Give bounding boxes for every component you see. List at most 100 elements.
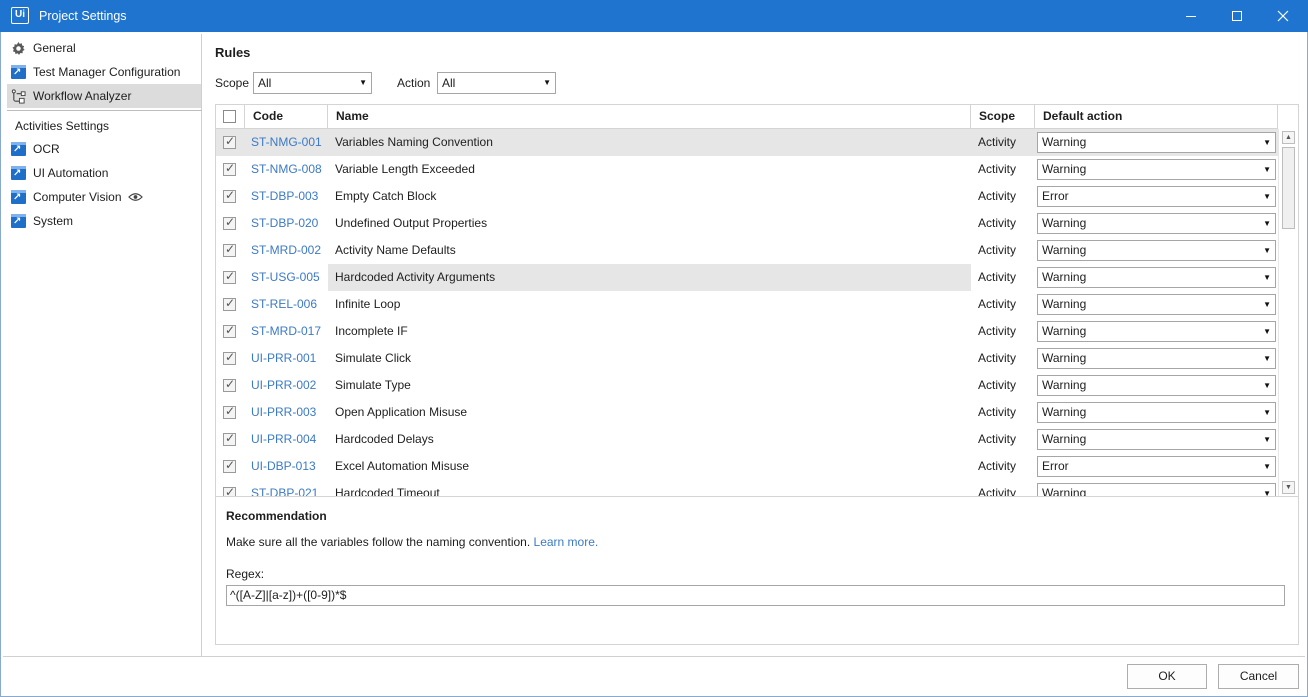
minimize-button[interactable] bbox=[1168, 0, 1214, 32]
column-header-scope[interactable]: Scope bbox=[971, 105, 1035, 129]
rule-code[interactable]: UI-PRR-001 bbox=[251, 345, 316, 372]
table-row[interactable]: ST-DBP-020 Undefined Output Properties Act… bbox=[216, 210, 1278, 237]
scroll-down-button[interactable]: ▼ bbox=[1282, 481, 1295, 494]
default-action-select[interactable]: Warning ▼ bbox=[1037, 159, 1276, 180]
rule-enabled-checkbox[interactable] bbox=[223, 377, 236, 392]
rule-enabled-checkbox[interactable] bbox=[223, 134, 236, 149]
select-all-header bbox=[216, 105, 245, 129]
sidebar-item-label: General bbox=[33, 41, 76, 55]
chevron-down-icon: ▼ bbox=[1263, 138, 1271, 147]
column-header-code[interactable]: Code bbox=[245, 105, 328, 129]
rule-code[interactable]: ST-MRD-017 bbox=[251, 318, 321, 345]
table-row[interactable]: UI-PRR-004 Hardcoded Delays Activity Warnin… bbox=[216, 426, 1278, 453]
rule-enabled-checkbox[interactable] bbox=[223, 485, 236, 496]
scope-filter-select[interactable]: All ▼ bbox=[253, 72, 372, 94]
table-row[interactable]: ST-DBP-021 Hardcoded Timeout Activity Warni… bbox=[216, 480, 1278, 496]
table-row[interactable]: UI-PRR-003 Open Application Misuse Activit… bbox=[216, 399, 1278, 426]
select-all-checkbox[interactable] bbox=[223, 110, 236, 123]
rule-scope: Activity bbox=[978, 432, 1017, 446]
default-action-select[interactable]: Error ▼ bbox=[1037, 186, 1276, 207]
rule-enabled-checkbox[interactable] bbox=[223, 350, 236, 365]
default-action-select[interactable]: Warning ▼ bbox=[1037, 483, 1276, 496]
rule-enabled-checkbox[interactable] bbox=[223, 458, 236, 473]
rules-grid-body: ST-NMG-001 Variables Naming Convention Act… bbox=[216, 129, 1278, 496]
default-action-select[interactable]: Warning ▼ bbox=[1037, 429, 1276, 450]
table-row[interactable]: UI-PRR-001 Simulate Click Activity Warning ▼ bbox=[216, 345, 1278, 372]
rule-scope: Activity bbox=[978, 405, 1017, 419]
rule-enabled-checkbox[interactable] bbox=[223, 188, 236, 203]
rule-code[interactable]: UI-PRR-002 bbox=[251, 372, 316, 399]
rules-grid-scrollbar[interactable]: ▲ ▼ bbox=[1278, 129, 1298, 496]
column-header-default-action[interactable]: Default action bbox=[1035, 105, 1278, 129]
rule-name: Variables Naming Convention bbox=[335, 135, 493, 149]
scroll-up-button[interactable]: ▲ bbox=[1282, 131, 1295, 144]
rule-enabled-checkbox[interactable] bbox=[223, 404, 236, 419]
learn-more-link[interactable]: Learn more. bbox=[534, 535, 599, 549]
action-filter-select[interactable]: All ▼ bbox=[437, 72, 556, 94]
default-action-select[interactable]: Error ▼ bbox=[1037, 456, 1276, 477]
default-action-select[interactable]: Warning ▼ bbox=[1037, 375, 1276, 396]
rule-code[interactable]: ST-NMG-001 bbox=[251, 129, 322, 156]
table-row[interactable]: ST-MRD-017 Incomplete IF Activity Warning ▼ bbox=[216, 318, 1278, 345]
default-action-select[interactable]: Warning ▼ bbox=[1037, 132, 1276, 153]
rule-code[interactable]: UI-DBP-013 bbox=[251, 453, 316, 480]
maximize-button[interactable] bbox=[1214, 0, 1260, 32]
eye-icon[interactable] bbox=[127, 190, 143, 205]
sidebar-item-ocr[interactable]: OCR bbox=[7, 137, 201, 161]
sidebar-divider bbox=[7, 110, 202, 111]
close-button[interactable] bbox=[1260, 0, 1306, 32]
default-action-select[interactable]: Warning ▼ bbox=[1037, 321, 1276, 342]
rule-enabled-checkbox[interactable] bbox=[223, 431, 236, 446]
column-header-name[interactable]: Name bbox=[328, 105, 971, 129]
rule-code[interactable]: ST-DBP-003 bbox=[251, 183, 318, 210]
rule-enabled-checkbox[interactable] bbox=[223, 323, 236, 338]
table-row[interactable]: ST-NMG-008 Variable Length Exceeded Activi… bbox=[216, 156, 1278, 183]
sidebar-item-ui-automation[interactable]: UI Automation bbox=[7, 161, 201, 185]
table-row[interactable]: UI-DBP-013 Excel Automation Misuse Activit… bbox=[216, 453, 1278, 480]
rule-code[interactable]: ST-REL-006 bbox=[251, 291, 317, 318]
sidebar-item-general[interactable]: General bbox=[7, 36, 201, 60]
default-action-select[interactable]: Warning ▼ bbox=[1037, 240, 1276, 261]
rule-code[interactable]: ST-MRD-002 bbox=[251, 237, 321, 264]
rule-scope: Activity bbox=[978, 216, 1017, 230]
table-row[interactable]: ST-DBP-003 Empty Catch Block Activity Error… bbox=[216, 183, 1278, 210]
rule-code[interactable]: ST-NMG-008 bbox=[251, 156, 322, 183]
regex-input[interactable]: ^([A-Z]|[a-z])+([0-9])*$ bbox=[226, 585, 1285, 606]
default-action-value: Warning bbox=[1042, 216, 1087, 230]
rule-enabled-checkbox[interactable] bbox=[223, 215, 236, 230]
default-action-value: Warning bbox=[1042, 243, 1087, 257]
default-action-value: Warning bbox=[1042, 135, 1087, 149]
table-row[interactable]: ST-REL-006 Infinite Loop Activity Warning ▼ bbox=[216, 291, 1278, 318]
rule-enabled-checkbox[interactable] bbox=[223, 161, 236, 176]
sidebar-item-computer-vision[interactable]: Computer Vision bbox=[7, 185, 201, 209]
default-action-select[interactable]: Warning ▼ bbox=[1037, 402, 1276, 423]
sidebar-item-test-manager-configuration[interactable]: Test Manager Configuration bbox=[7, 60, 201, 84]
ok-button[interactable]: OK bbox=[1127, 664, 1207, 689]
default-action-select[interactable]: Warning ▼ bbox=[1037, 294, 1276, 315]
sidebar-item-system[interactable]: System bbox=[7, 209, 201, 233]
rule-code[interactable]: UI-PRR-004 bbox=[251, 426, 316, 453]
action-filter-value: All bbox=[442, 76, 456, 90]
rule-code[interactable]: ST-DBP-021 bbox=[251, 480, 318, 496]
table-row[interactable]: ST-USG-005 Hardcoded Activity Arguments Ac… bbox=[216, 264, 1278, 291]
chevron-down-icon: ▼ bbox=[1263, 165, 1271, 174]
table-row[interactable]: UI-PRR-002 Simulate Type Activity Warning ▼ bbox=[216, 372, 1278, 399]
scroll-thumb[interactable] bbox=[1282, 147, 1295, 229]
rule-enabled-checkbox[interactable] bbox=[223, 269, 236, 284]
rule-name: Activity Name Defaults bbox=[335, 243, 456, 257]
cancel-button[interactable]: Cancel bbox=[1218, 664, 1299, 689]
sidebar-item-workflow-analyzer[interactable]: Workflow Analyzer bbox=[7, 84, 201, 108]
table-row[interactable]: ST-NMG-001 Variables Naming Convention Act… bbox=[216, 129, 1278, 156]
rule-enabled-checkbox[interactable] bbox=[223, 296, 236, 311]
table-row[interactable]: ST-MRD-002 Activity Name Defaults Activity… bbox=[216, 237, 1278, 264]
rule-enabled-checkbox[interactable] bbox=[223, 242, 236, 257]
default-action-select[interactable]: Warning ▼ bbox=[1037, 267, 1276, 288]
rule-code[interactable]: ST-USG-005 bbox=[251, 264, 320, 291]
sidebar-item-label: OCR bbox=[33, 142, 60, 156]
default-action-value: Warning bbox=[1042, 432, 1087, 446]
default-action-select[interactable]: Warning ▼ bbox=[1037, 213, 1276, 234]
rule-code[interactable]: UI-PRR-003 bbox=[251, 399, 316, 426]
rule-code[interactable]: ST-DBP-020 bbox=[251, 210, 318, 237]
maximize-icon bbox=[1232, 11, 1242, 21]
default-action-select[interactable]: Warning ▼ bbox=[1037, 348, 1276, 369]
